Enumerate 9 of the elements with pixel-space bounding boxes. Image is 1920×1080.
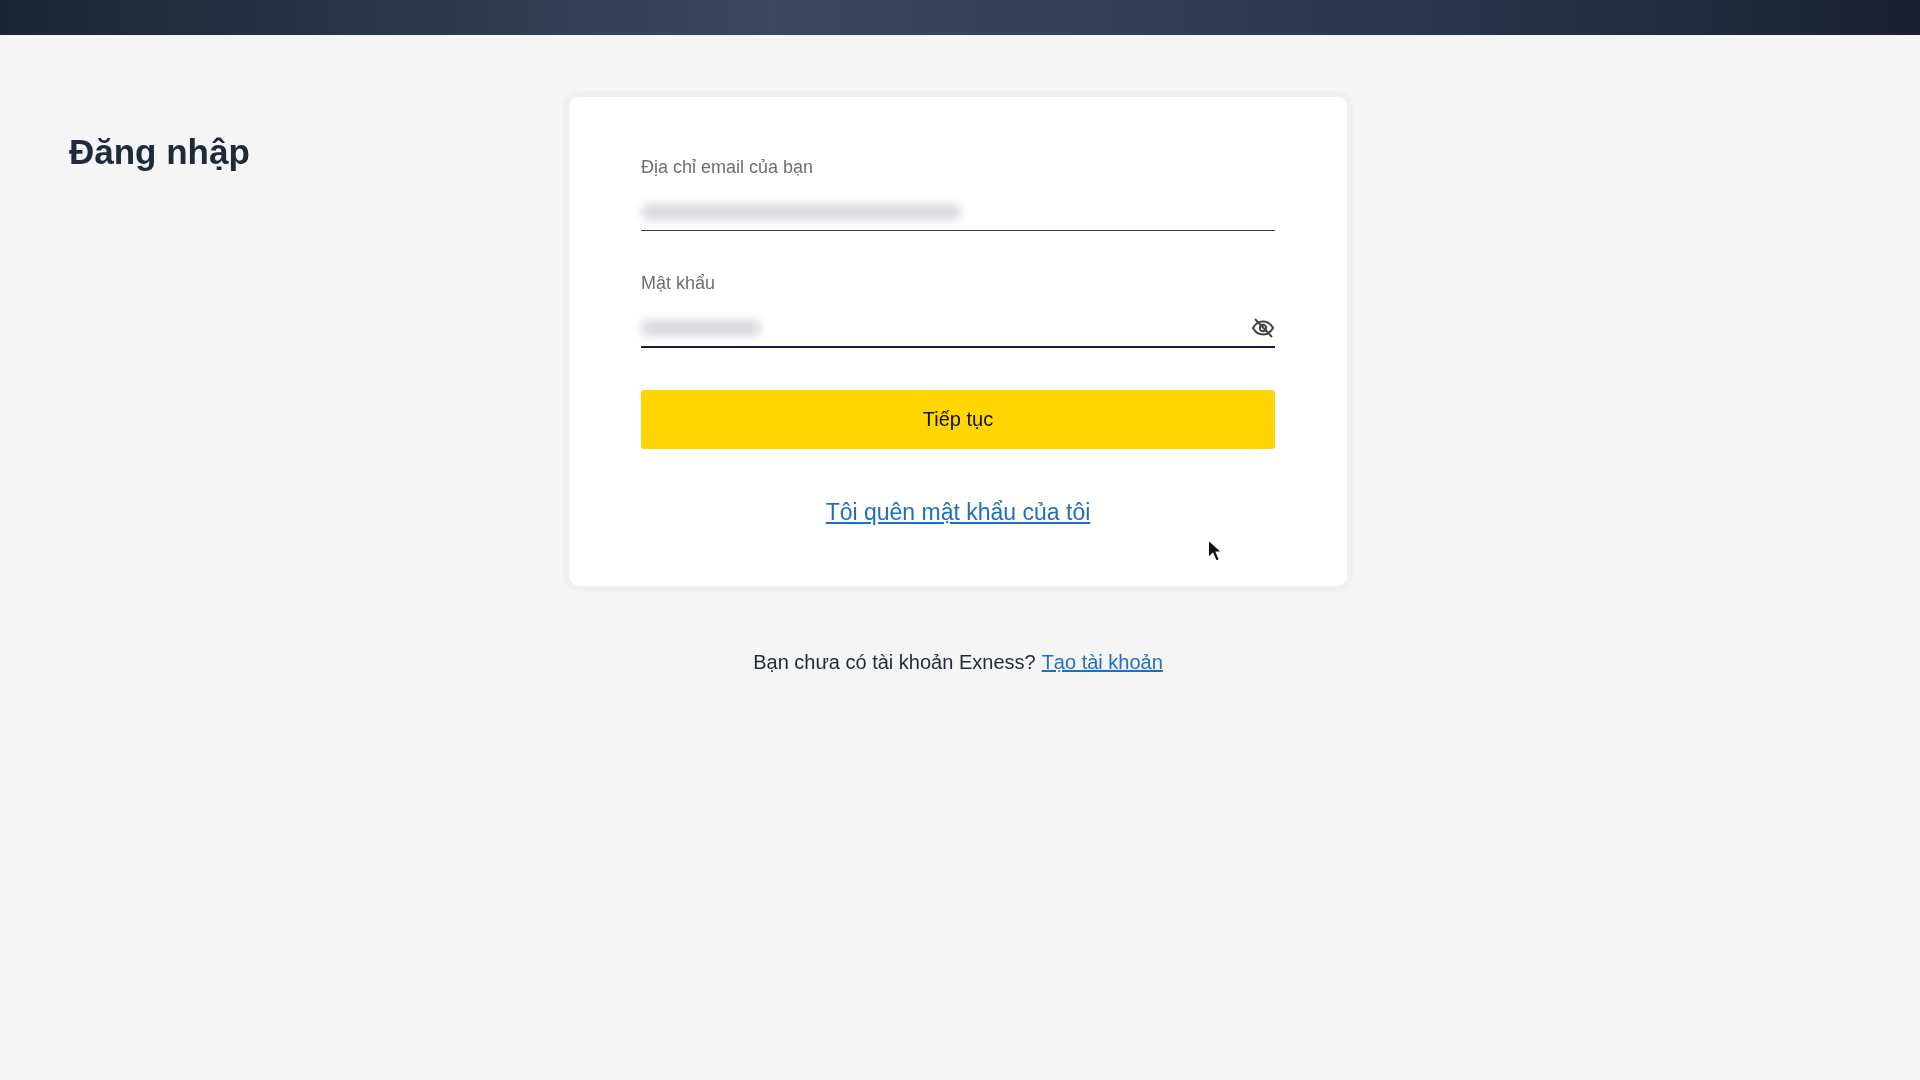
create-account-link[interactable]: Tạo tài khoản [1041, 651, 1163, 674]
page-title: Đăng nhập [69, 132, 250, 172]
continue-button[interactable]: Tiếp tục [641, 390, 1275, 449]
field-label: Địa chỉ email của bạn [641, 157, 815, 178]
forgot-password-link[interactable]: Tôi quên mật khẩu của tôi [825, 499, 1091, 526]
signup-prompt: Bạn chưa có tài khoản Exness? [753, 651, 1036, 674]
mouse-cursor-icon [1207, 539, 1223, 563]
field-label: Mật khẩu [641, 273, 717, 294]
eye-slash-icon[interactable] [1251, 316, 1275, 340]
